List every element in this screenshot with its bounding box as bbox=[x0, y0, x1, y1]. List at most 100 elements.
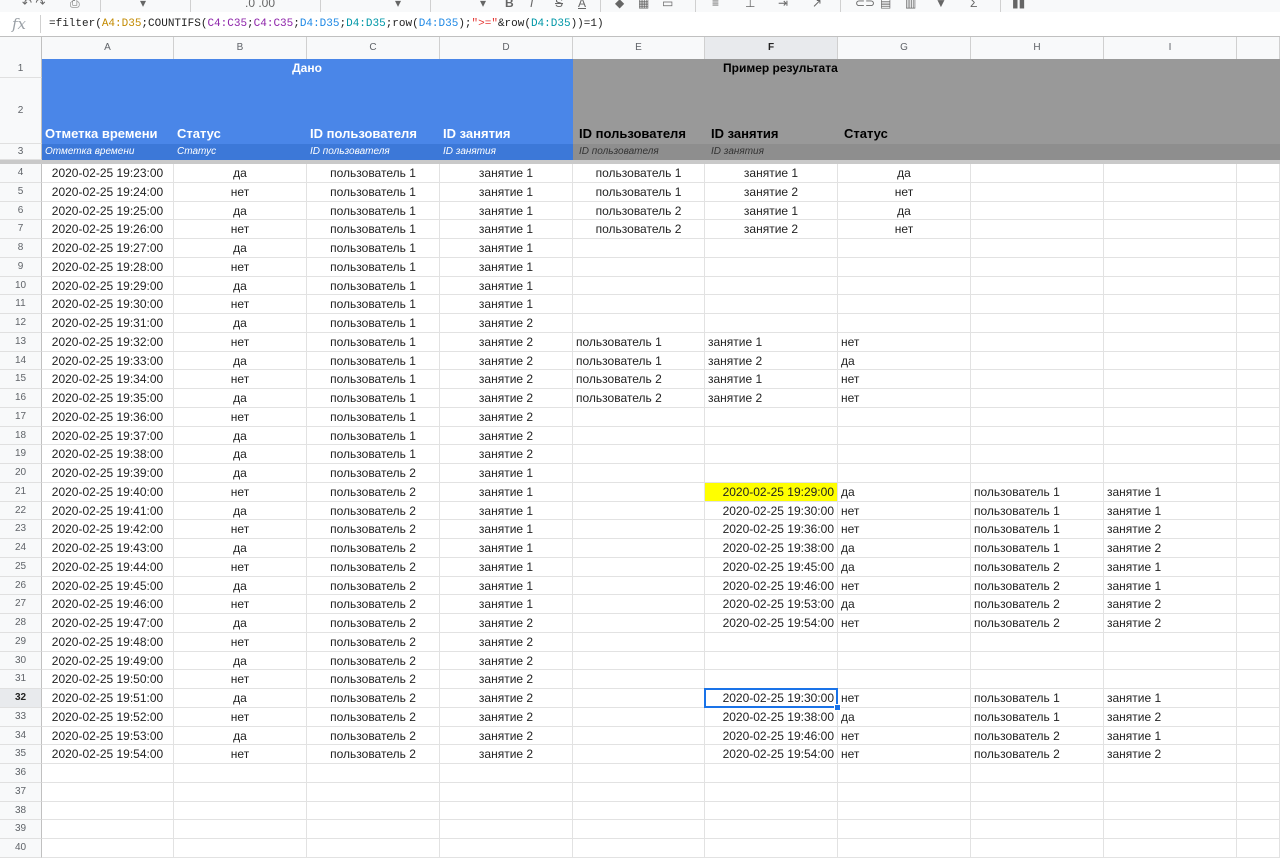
status-cell[interactable]: да bbox=[174, 614, 307, 633]
lesson-id-cell[interactable]: занятие 2 bbox=[440, 351, 573, 371]
result-user-cell[interactable]: пользователь 2 bbox=[573, 370, 705, 389]
lesson-id-cell[interactable]: занятие 1 bbox=[440, 182, 573, 202]
cell[interactable] bbox=[1104, 407, 1237, 427]
example-user-cell[interactable]: пользователь 1 bbox=[573, 164, 705, 183]
row-header-30[interactable]: 30 bbox=[0, 651, 42, 671]
status-cell[interactable]: да bbox=[174, 201, 307, 221]
status-cell[interactable]: да bbox=[174, 501, 307, 521]
column-title[interactable]: Статус bbox=[838, 78, 971, 144]
cell[interactable] bbox=[1237, 745, 1280, 764]
status-cell[interactable]: да bbox=[174, 351, 307, 371]
cell[interactable] bbox=[971, 764, 1104, 783]
cell[interactable] bbox=[1104, 801, 1237, 821]
lesson-id-cell[interactable]: занятие 2 bbox=[440, 707, 573, 727]
filter-user-cell[interactable]: пользователь 1 bbox=[971, 482, 1104, 502]
cell[interactable] bbox=[971, 276, 1104, 296]
cell[interactable] bbox=[1104, 370, 1237, 389]
timestamp-cell[interactable]: 2020-02-25 19:28:00 bbox=[42, 257, 174, 277]
timestamp-cell[interactable]: 2020-02-25 19:40:00 bbox=[42, 482, 174, 502]
timestamp-cell[interactable]: 2020-02-25 19:24:00 bbox=[42, 182, 174, 202]
user-id-cell[interactable]: пользователь 1 bbox=[307, 389, 440, 408]
chart-icon[interactable]: ▥ bbox=[905, 0, 916, 10]
row-header-36[interactable]: 36 bbox=[0, 764, 42, 783]
cell[interactable] bbox=[971, 464, 1104, 483]
status-cell[interactable]: да bbox=[174, 276, 307, 296]
filter-timestamp-cell[interactable]: 2020-02-25 19:54:00 bbox=[705, 614, 838, 633]
cell[interactable] bbox=[307, 764, 440, 783]
user-id-cell[interactable]: пользователь 1 bbox=[307, 314, 440, 333]
cell[interactable] bbox=[1237, 820, 1280, 839]
user-id-cell[interactable]: пользователь 2 bbox=[307, 595, 440, 614]
user-id-cell[interactable]: пользователь 2 bbox=[307, 745, 440, 764]
user-id-cell[interactable]: пользователь 2 bbox=[307, 614, 440, 633]
borders-icon[interactable]: ▦ bbox=[638, 0, 649, 10]
filter-timestamp-cell[interactable]: 2020-02-25 19:36:00 bbox=[705, 520, 838, 539]
lesson-id-cell[interactable]: занятие 1 bbox=[440, 539, 573, 558]
column-title[interactable]: ID занятия bbox=[705, 78, 838, 144]
cell[interactable] bbox=[838, 426, 971, 446]
row-header-5[interactable]: 5 bbox=[0, 182, 42, 202]
cell[interactable] bbox=[573, 557, 705, 577]
cell[interactable] bbox=[1237, 351, 1280, 371]
lesson-id-cell[interactable]: занятие 1 bbox=[440, 464, 573, 483]
timestamp-cell[interactable]: 2020-02-25 19:37:00 bbox=[42, 426, 174, 446]
decimal-icon[interactable]: .0 .00 bbox=[245, 0, 275, 10]
row-header-15[interactable]: 15 bbox=[0, 370, 42, 389]
column-header-f[interactable]: F bbox=[705, 37, 838, 59]
status-cell[interactable]: да bbox=[174, 726, 307, 746]
header-cell[interactable] bbox=[971, 144, 1104, 160]
cell[interactable] bbox=[705, 801, 838, 821]
cell[interactable] bbox=[1237, 651, 1280, 671]
filter-status-cell[interactable]: нет bbox=[838, 726, 971, 746]
timestamp-cell[interactable]: 2020-02-25 19:42:00 bbox=[42, 520, 174, 539]
filter-timestamp-cell[interactable]: 2020-02-25 19:53:00 bbox=[705, 595, 838, 614]
row-header-16[interactable]: 16 bbox=[0, 389, 42, 408]
status-cell[interactable]: нет bbox=[174, 632, 307, 652]
filter-timestamp-cell[interactable]: 2020-02-25 19:38:00 bbox=[705, 539, 838, 558]
example-lesson-cell[interactable]: занятие 2 bbox=[705, 220, 838, 239]
cell[interactable] bbox=[705, 445, 838, 464]
cell[interactable] bbox=[971, 782, 1104, 802]
user-id-cell[interactable]: пользователь 1 bbox=[307, 407, 440, 427]
cell[interactable] bbox=[971, 332, 1104, 352]
timestamp-cell[interactable]: 2020-02-25 19:35:00 bbox=[42, 389, 174, 408]
timestamp-cell[interactable]: 2020-02-25 19:53:00 bbox=[42, 726, 174, 746]
row-header-34[interactable]: 34 bbox=[0, 726, 42, 746]
cell[interactable] bbox=[1104, 314, 1237, 333]
timestamp-cell[interactable]: 2020-02-25 19:38:00 bbox=[42, 445, 174, 464]
row-header-21[interactable]: 21 bbox=[0, 482, 42, 502]
cell[interactable] bbox=[573, 726, 705, 746]
cell[interactable] bbox=[1237, 557, 1280, 577]
column-subtitle[interactable]: ID пользователя bbox=[573, 144, 705, 160]
column-title[interactable]: ID занятия bbox=[440, 78, 573, 144]
filter-timestamp-cell[interactable]: 2020-02-25 19:54:00 bbox=[705, 745, 838, 764]
row-header-27[interactable]: 27 bbox=[0, 595, 42, 614]
filter-user-cell[interactable]: пользователь 2 bbox=[971, 557, 1104, 577]
cell[interactable] bbox=[838, 445, 971, 464]
cell[interactable] bbox=[573, 576, 705, 596]
status-cell[interactable]: да bbox=[174, 426, 307, 446]
filter-timestamp-cell[interactable]: 2020-02-25 19:30:00 bbox=[705, 501, 838, 521]
cell[interactable] bbox=[440, 764, 573, 783]
cell[interactable] bbox=[1104, 201, 1237, 221]
user-id-cell[interactable]: пользователь 1 bbox=[307, 445, 440, 464]
row-header-18[interactable]: 18 bbox=[0, 426, 42, 446]
cell[interactable] bbox=[1237, 689, 1280, 708]
font-size-select[interactable]: ▾ bbox=[480, 0, 486, 10]
status-cell[interactable]: да bbox=[174, 689, 307, 708]
filter-user-cell[interactable]: пользователь 2 bbox=[971, 595, 1104, 614]
timestamp-cell[interactable]: 2020-02-25 19:48:00 bbox=[42, 632, 174, 652]
status-cell[interactable]: нет bbox=[174, 557, 307, 577]
status-cell[interactable]: да bbox=[174, 539, 307, 558]
row-header-12[interactable]: 12 bbox=[0, 314, 42, 333]
result-user-cell[interactable]: пользователь 1 bbox=[573, 351, 705, 371]
cell[interactable] bbox=[705, 239, 838, 258]
functions-icon[interactable]: Σ bbox=[970, 0, 977, 10]
cell[interactable] bbox=[705, 407, 838, 427]
align-icon[interactable]: ≡ bbox=[712, 0, 719, 10]
result-lesson-cell[interactable]: занятие 2 bbox=[705, 389, 838, 408]
filter-timestamp-cell[interactable]: 2020-02-25 19:46:00 bbox=[705, 576, 838, 596]
cell[interactable] bbox=[1237, 426, 1280, 446]
column-header-extra[interactable] bbox=[1237, 37, 1280, 59]
cell[interactable] bbox=[440, 782, 573, 802]
